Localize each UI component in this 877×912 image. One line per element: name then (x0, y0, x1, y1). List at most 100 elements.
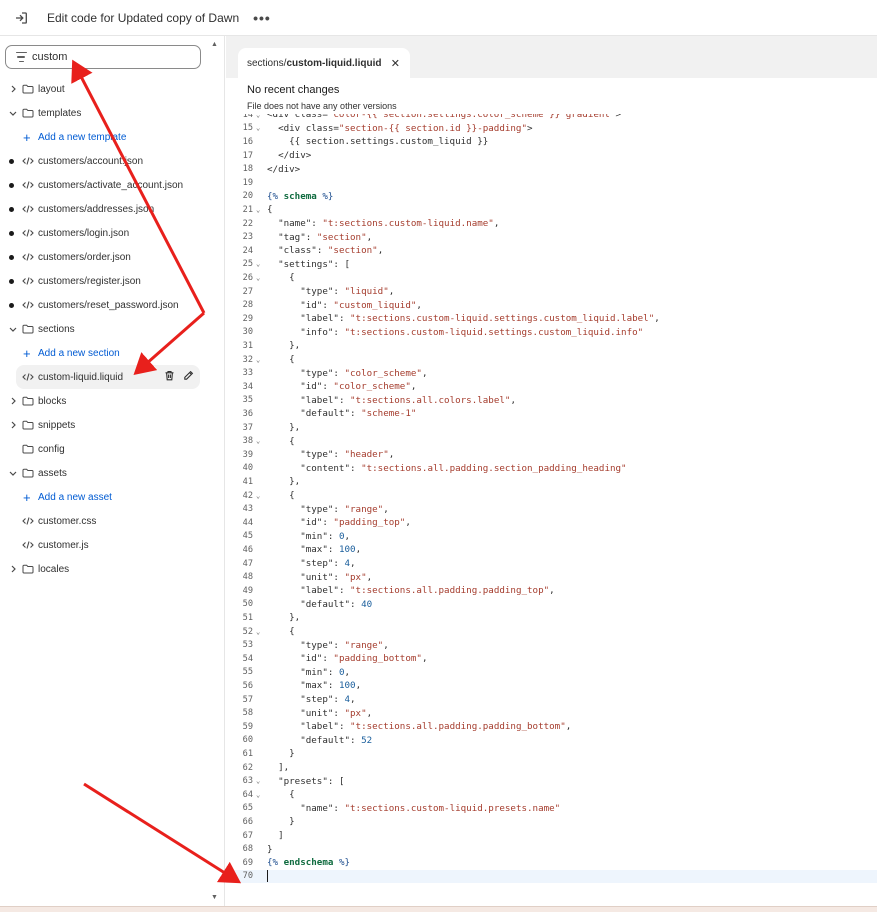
code-line[interactable]: 34 "id": "color_scheme", (226, 380, 877, 394)
code-line[interactable]: 36 "default": "scheme-1" (226, 407, 877, 421)
code-line[interactable]: 49 "label": "t:sections.all.padding.padd… (226, 584, 877, 598)
code-area[interactable]: 14 ⌄ <div class="color-{{ section.settings… (226, 114, 877, 906)
fold-chevron-icon[interactable]: ⌄ (256, 437, 260, 445)
file-customer-css[interactable]: customer.css (0, 509, 224, 533)
code-line[interactable]: 44 "id": "padding_top", (226, 516, 877, 530)
fold-chevron-icon[interactable]: ⌄ (256, 777, 260, 785)
code-line[interactable]: 63 ⌄ "presets": [ (226, 774, 877, 788)
chevron-right-icon[interactable] (9, 421, 17, 429)
folder-config[interactable]: config (0, 437, 224, 461)
code-line[interactable]: 16 {{ section.settings.custom_liquid }} (226, 135, 877, 149)
search-input[interactable] (32, 51, 182, 63)
code-line[interactable]: 51 }, (226, 611, 877, 625)
file-customers-account-json[interactable]: customers/account.json (0, 149, 224, 173)
code-line[interactable]: 53 "type": "range", (226, 638, 877, 652)
code-line[interactable]: 29 "label": "t:sections.custom-liquid.se… (226, 312, 877, 326)
fold-chevron-icon[interactable]: ⌄ (256, 492, 260, 500)
code-line[interactable]: 50 "default": 40 (226, 598, 877, 612)
code-line[interactable]: 55 "min": 0, (226, 666, 877, 680)
code-line[interactable]: 48 "unit": "px", (226, 570, 877, 584)
code-line[interactable]: 32 ⌄ { (226, 353, 877, 367)
code-line[interactable]: 70 (226, 869, 877, 884)
file-customers-activate-account-json[interactable]: customers/activate_account.json (0, 173, 224, 197)
code-line[interactable]: 58 "unit": "px", (226, 706, 877, 720)
code-line[interactable]: 24 "class": "section", (226, 244, 877, 258)
more-actions-button[interactable]: ••• (253, 11, 271, 25)
tab-custom-liquid[interactable]: sections/custom-liquid.liquid ✕ (238, 48, 410, 78)
fold-chevron-icon[interactable]: ⌄ (256, 274, 260, 282)
code-line[interactable]: 39 "type": "header", (226, 448, 877, 462)
fold-chevron-icon[interactable]: ⌄ (256, 114, 260, 119)
code-line[interactable]: 26 ⌄ { (226, 271, 877, 285)
folder-blocks[interactable]: blocks (0, 389, 224, 413)
chevron-down-icon[interactable] (9, 325, 17, 333)
code-line[interactable]: 37 }, (226, 421, 877, 435)
fold-chevron-icon[interactable]: ⌄ (256, 791, 260, 799)
code-line[interactable]: 54 "id": "padding_bottom", (226, 652, 877, 666)
code-line[interactable]: 25 ⌄ "settings": [ (226, 258, 877, 272)
folder-sections[interactable]: sections (0, 317, 224, 341)
code-line[interactable]: 46 "max": 100, (226, 543, 877, 557)
chevron-right-icon[interactable] (9, 565, 17, 573)
fold-chevron-icon[interactable]: ⌄ (256, 206, 260, 214)
chevron-down-icon[interactable] (9, 469, 17, 477)
code-line[interactable]: 22 "name": "t:sections.custom-liquid.nam… (226, 217, 877, 231)
code-line[interactable]: 21 ⌄ { (226, 203, 877, 217)
code-line[interactable]: 43 "type": "range", (226, 502, 877, 516)
code-line[interactable]: 42 ⌄ { (226, 489, 877, 503)
code-line[interactable]: 23 "tag": "section", (226, 230, 877, 244)
add-add-a-new-section-link[interactable]: + Add a new section (0, 341, 224, 365)
code-line[interactable]: 62 ], (226, 761, 877, 775)
file-customers-reset-password-json[interactable]: customers/reset_password.json (0, 293, 224, 317)
code-line[interactable]: 20 {% schema %} (226, 190, 877, 204)
code-line[interactable]: 60 "default": 52 (226, 734, 877, 748)
code-line[interactable]: 59 "label": "t:sections.all.padding.padd… (226, 720, 877, 734)
code-line[interactable]: 69 {% endschema %} (226, 856, 877, 870)
close-tab-icon[interactable]: ✕ (391, 57, 400, 70)
code-line[interactable]: 30 "info": "t:sections.custom-liquid.set… (226, 326, 877, 340)
chevron-right-icon[interactable] (9, 85, 17, 93)
code-line[interactable]: 47 "step": 4, (226, 557, 877, 571)
code-line[interactable]: 66 } (226, 815, 877, 829)
code-line[interactable]: 35 "label": "t:sections.all.colors.label… (226, 394, 877, 408)
folder-layout[interactable]: layout (0, 77, 224, 101)
code-line[interactable]: 41 }, (226, 475, 877, 489)
code-line[interactable]: 33 "type": "color_scheme", (226, 366, 877, 380)
code-line[interactable]: 27 "type": "liquid", (226, 285, 877, 299)
code-line[interactable]: 52 ⌄ { (226, 625, 877, 639)
fold-chevron-icon[interactable]: ⌄ (256, 124, 260, 132)
code-line[interactable]: 45 "min": 0, (226, 530, 877, 544)
file-custom-liquid-liquid[interactable]: custom-liquid.liquid (16, 365, 200, 389)
exit-icon[interactable] (10, 7, 32, 29)
file-customer-js[interactable]: customer.js (0, 533, 224, 557)
code-line[interactable]: 56 "max": 100, (226, 679, 877, 693)
folder-assets[interactable]: assets (0, 461, 224, 485)
code-line[interactable]: 28 "id": "custom_liquid", (226, 298, 877, 312)
file-customers-register-json[interactable]: customers/register.json (0, 269, 224, 293)
folder-templates[interactable]: templates (0, 101, 224, 125)
code-line[interactable]: 40 "content": "t:sections.all.padding.se… (226, 462, 877, 476)
chevron-down-icon[interactable] (9, 109, 17, 117)
code-line[interactable]: 64 ⌄ { (226, 788, 877, 802)
code-line[interactable]: 57 "step": 4, (226, 693, 877, 707)
file-customers-login-json[interactable]: customers/login.json (0, 221, 224, 245)
code-line[interactable]: 31 }, (226, 339, 877, 353)
code-line[interactable]: 67 ] (226, 829, 877, 843)
fold-chevron-icon[interactable]: ⌄ (256, 356, 260, 364)
add-add-a-new-template-link[interactable]: + Add a new template (0, 125, 224, 149)
code-line[interactable]: 61 } (226, 747, 877, 761)
delete-icon[interactable] (164, 370, 175, 384)
file-customers-addresses-json[interactable]: customers/addresses.json (0, 197, 224, 221)
code-line[interactable]: 18 </div> (226, 162, 877, 176)
file-customers-order-json[interactable]: customers/order.json (0, 245, 224, 269)
code-line[interactable]: 15 ⌄ <div class="section-{{ section.id }}… (226, 122, 877, 136)
scroll-up-icon[interactable]: ▲ (211, 41, 218, 48)
folder-locales[interactable]: locales (0, 557, 224, 581)
folder-snippets[interactable]: snippets (0, 413, 224, 437)
chevron-right-icon[interactable] (9, 397, 17, 405)
fold-chevron-icon[interactable]: ⌄ (256, 260, 260, 268)
search-box[interactable] (5, 45, 201, 69)
add-add-a-new-asset-link[interactable]: + Add a new asset (0, 485, 224, 509)
scroll-down-icon[interactable]: ▼ (211, 894, 218, 901)
rename-icon[interactable] (183, 370, 194, 384)
